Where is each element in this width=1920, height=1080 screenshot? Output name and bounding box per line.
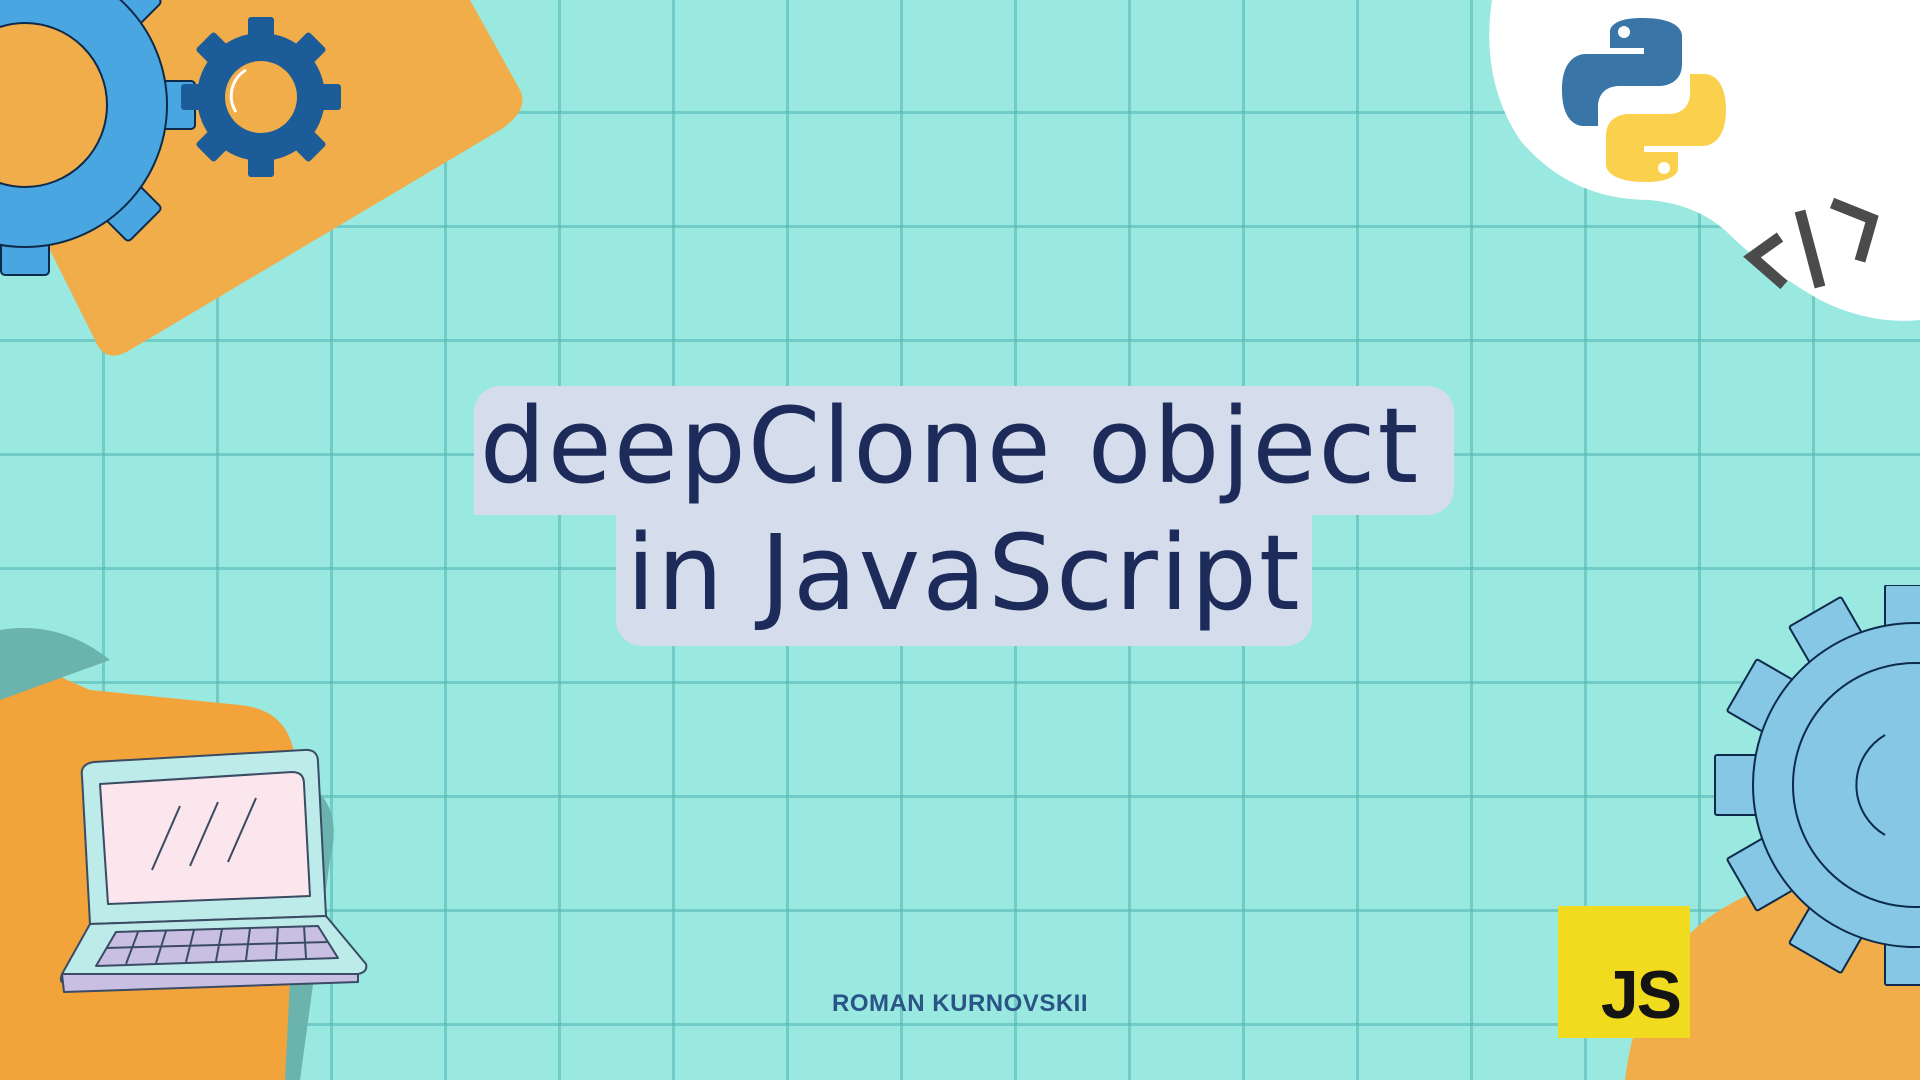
laptop-icon bbox=[59, 748, 368, 993]
python-logo-icon bbox=[1562, 18, 1726, 182]
title-line-1: deepClone object bbox=[473, 386, 1455, 516]
title-block: deepClone object in JavaScript bbox=[434, 386, 1494, 647]
gear-icon bbox=[181, 17, 341, 177]
title-line-2: in JavaScript bbox=[616, 513, 1312, 647]
author-name: ROMAN KURNOVSKII bbox=[831, 990, 1088, 1017]
gear-icon bbox=[1714, 585, 1920, 986]
code-tag-icon bbox=[1743, 197, 1879, 290]
js-logo-label: JS bbox=[1600, 957, 1682, 1033]
js-logo-icon: JS bbox=[1558, 906, 1690, 1038]
